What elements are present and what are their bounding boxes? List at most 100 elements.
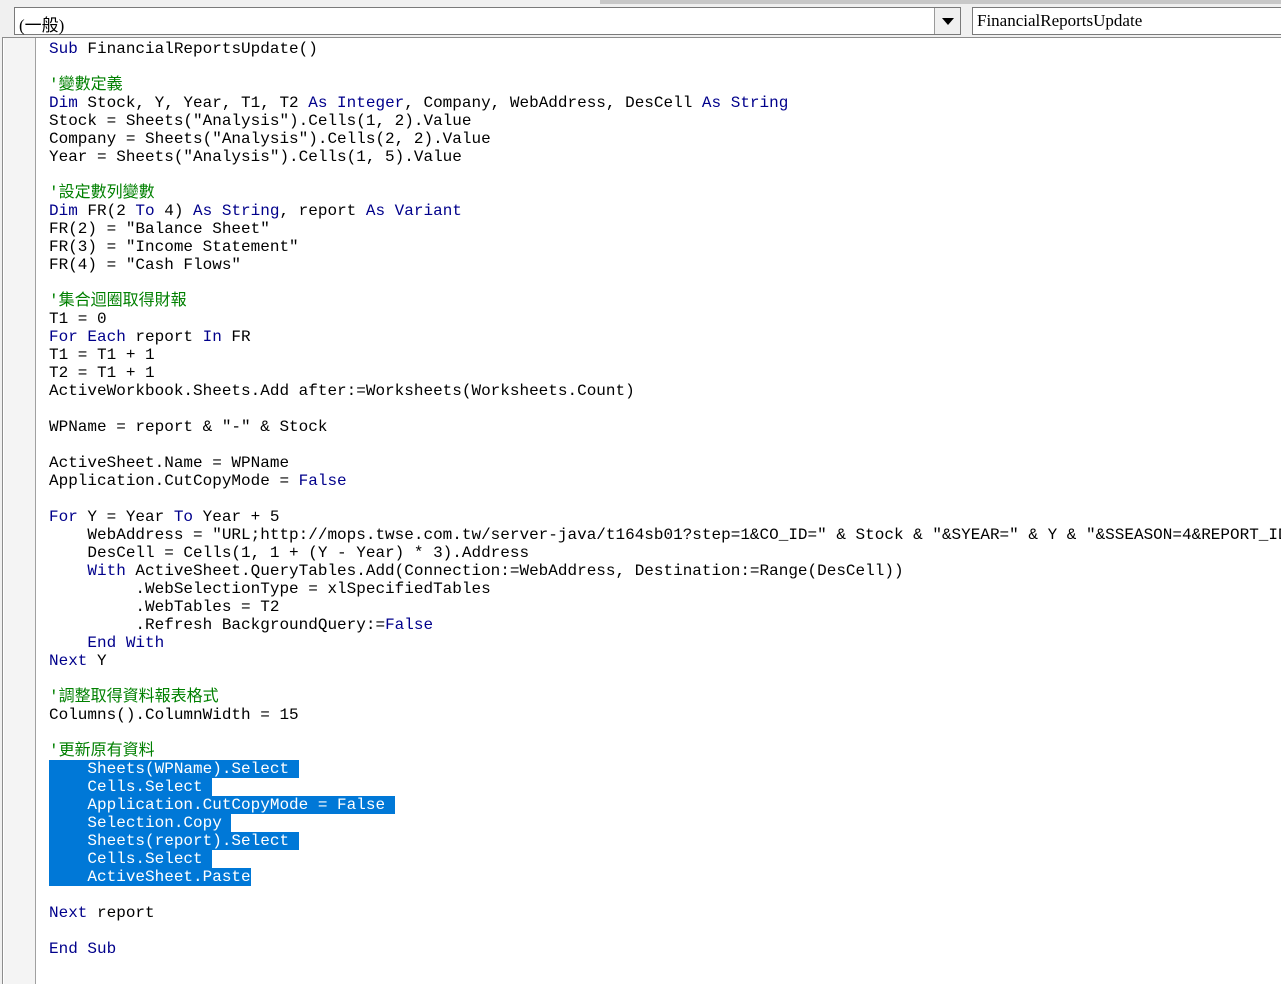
code-selected-text: Selection.Copy <box>49 814 232 832</box>
code-line[interactable] <box>49 724 1281 742</box>
code-line[interactable]: T2 = T1 + 1 <box>49 364 1281 382</box>
code-keyword: As String <box>193 202 280 220</box>
code-line[interactable]: ActiveSheet.Paste <box>49 868 1281 886</box>
code-line[interactable]: '集合迴圈取得財報 <box>49 292 1281 310</box>
code-token: T1 = T1 + 1 <box>49 346 155 364</box>
code-token: FR <box>221 328 251 346</box>
code-keyword: Next <box>49 652 88 670</box>
code-line[interactable]: Dim FR(2 To 4) As String, report As Vari… <box>49 202 1281 220</box>
code-token: Application.CutCopyMode = <box>49 472 299 490</box>
code-token: WebAddress = "URL;http://mops.twse.com.t… <box>49 526 1281 544</box>
code-token: FR(3) = "Income Statement" <box>49 238 299 256</box>
margin-indicator-bar[interactable] <box>4 38 36 984</box>
code-line[interactable]: Columns().ColumnWidth = 15 <box>49 706 1281 724</box>
code-line[interactable]: Company = Sheets("Analysis").Cells(2, 2)… <box>49 130 1281 148</box>
code-keyword: For Each <box>49 328 126 346</box>
code-line[interactable]: Application.CutCopyMode = False <box>49 472 1281 490</box>
procedure-combo[interactable]: FinancialReportsUpdate <box>972 7 1281 35</box>
code-token: 4) <box>154 202 194 220</box>
code-line[interactable] <box>49 166 1281 184</box>
code-line[interactable]: FR(4) = "Cash Flows" <box>49 256 1281 274</box>
code-comment: '集合迴圈取得財報 <box>49 292 187 310</box>
code-line[interactable] <box>49 490 1281 508</box>
code-token: ActiveWorkbook.Sheets.Add after:=Workshe… <box>49 382 635 400</box>
code-selected-text: Sheets(report).Select <box>49 832 299 850</box>
code-keyword: End Sub <box>49 940 117 958</box>
code-line[interactable]: Next Y <box>49 652 1281 670</box>
code-selected-text: Sheets(WPName).Select <box>49 760 299 778</box>
code-line[interactable]: '設定數列變數 <box>49 184 1281 202</box>
code-token: Y = Year <box>77 508 174 526</box>
code-token: .Refresh BackgroundQuery:= <box>49 616 386 634</box>
code-token: Y <box>87 652 107 670</box>
code-line[interactable]: .Refresh BackgroundQuery:=False <box>49 616 1281 634</box>
code-line[interactable]: Application.CutCopyMode = False <box>49 796 1281 814</box>
code-line[interactable]: Sub FinancialReportsUpdate() <box>49 40 1281 58</box>
code-line[interactable]: WPName = report & "-" & Stock <box>49 418 1281 436</box>
code-selected-text: Cells.Select <box>49 778 213 796</box>
code-text-area[interactable]: Sub FinancialReportsUpdate() '變數定義 Dim Sto… <box>49 40 1281 958</box>
code-line[interactable]: Cells.Select <box>49 778 1281 796</box>
code-token: Columns().ColumnWidth = 15 <box>49 706 299 724</box>
object-combo-value: (一般) <box>19 16 65 35</box>
object-combo-dropdown-button[interactable] <box>934 8 960 34</box>
code-line[interactable] <box>49 436 1281 454</box>
code-line[interactable]: T1 = 0 <box>49 310 1281 328</box>
code-keyword: In <box>202 328 222 346</box>
code-keyword: False <box>298 472 347 490</box>
code-line[interactable]: Cells.Select <box>49 850 1281 868</box>
code-token: , report <box>279 202 366 220</box>
code-line[interactable]: For Y = Year To Year + 5 <box>49 508 1281 526</box>
object-combo[interactable]: (一般) <box>14 7 961 35</box>
code-line[interactable] <box>49 670 1281 688</box>
code-selected-text: Cells.Select <box>49 850 213 868</box>
code-line[interactable]: '更新原有資料 <box>49 742 1281 760</box>
code-token: FinancialReportsUpdate() <box>77 40 318 58</box>
code-token: WPName = report & "-" & Stock <box>49 418 328 436</box>
code-line[interactable]: Year = Sheets("Analysis").Cells(1, 5).Va… <box>49 148 1281 166</box>
code-line[interactable]: Stock = Sheets("Analysis").Cells(1, 2).V… <box>49 112 1281 130</box>
code-token: DesCell = Cells(1, 1 + (Y - Year) * 3).A… <box>49 544 530 562</box>
code-line[interactable]: For Each report In FR <box>49 328 1281 346</box>
code-token: Year = Sheets("Analysis").Cells(1, 5).Va… <box>49 148 462 166</box>
code-line[interactable]: WebAddress = "URL;http://mops.twse.com.t… <box>49 526 1281 544</box>
code-line[interactable] <box>49 274 1281 292</box>
code-line[interactable]: FR(3) = "Income Statement" <box>49 238 1281 256</box>
code-comment: '更新原有資料 <box>49 742 155 760</box>
code-line[interactable]: .WebTables = T2 <box>49 598 1281 616</box>
code-line[interactable]: With ActiveSheet.QueryTables.Add(Connect… <box>49 562 1281 580</box>
code-line[interactable]: End With <box>49 634 1281 652</box>
code-token: Stock, Y, Year, T1, T2 <box>77 94 309 112</box>
code-line[interactable]: ActiveWorkbook.Sheets.Add after:=Workshe… <box>49 382 1281 400</box>
code-keyword: As String <box>701 94 789 112</box>
code-line[interactable] <box>49 886 1281 904</box>
code-line[interactable] <box>49 922 1281 940</box>
code-line[interactable]: Sheets(report).Select <box>49 832 1281 850</box>
code-line[interactable]: '變數定義 <box>49 76 1281 94</box>
code-window-toolbar: (一般) FinancialReportsUpdate <box>0 0 1281 38</box>
code-comment: '調整取得資料報表格式 <box>49 688 219 706</box>
code-line[interactable]: FR(2) = "Balance Sheet" <box>49 220 1281 238</box>
code-keyword: End With <box>87 634 165 652</box>
code-line[interactable]: Sheets(WPName).Select <box>49 760 1281 778</box>
code-line[interactable]: End Sub <box>49 940 1281 958</box>
code-line[interactable]: Dim Stock, Y, Year, T1, T2 As Integer, C… <box>49 94 1281 112</box>
code-line[interactable] <box>49 58 1281 76</box>
code-line[interactable]: DesCell = Cells(1, 1 + (Y - Year) * 3).A… <box>49 544 1281 562</box>
code-token: FR(2) = "Balance Sheet" <box>49 220 270 238</box>
code-line[interactable] <box>49 400 1281 418</box>
code-token: report <box>125 328 203 346</box>
code-line[interactable]: '調整取得資料報表格式 <box>49 688 1281 706</box>
code-token: ActiveSheet.Name = WPName <box>49 454 290 472</box>
code-keyword: As Variant <box>365 202 462 220</box>
code-keyword: Dim <box>49 202 78 220</box>
code-line[interactable]: Selection.Copy <box>49 814 1281 832</box>
code-line[interactable]: ActiveSheet.Name = WPName <box>49 454 1281 472</box>
code-line[interactable]: Next report <box>49 904 1281 922</box>
code-line[interactable]: T1 = T1 + 1 <box>49 346 1281 364</box>
code-selected-text: ActiveSheet.Paste <box>49 868 251 886</box>
code-line[interactable]: .WebSelectionType = xlSpecifiedTables <box>49 580 1281 598</box>
procedure-combo-value: FinancialReportsUpdate <box>977 11 1143 30</box>
code-comment: '變數定義 <box>49 76 123 94</box>
